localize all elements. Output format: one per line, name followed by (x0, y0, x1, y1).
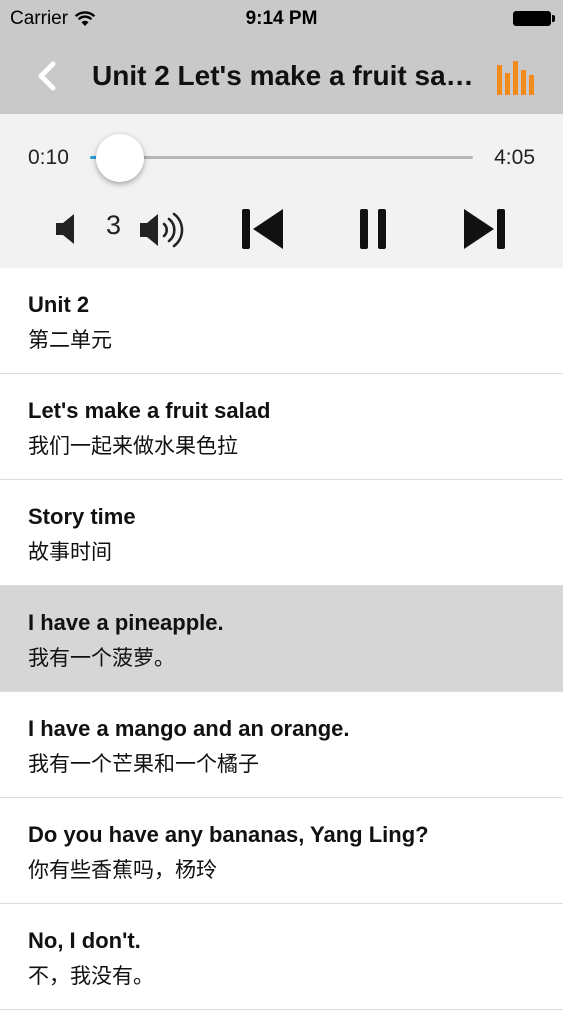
volume-level: 3 (106, 210, 122, 240)
sentence-chinese: 我有一个芒果和一个橘子 (28, 752, 259, 776)
header-area: Carrier 9:14 PM Unit 2 Let's make a frui… (0, 0, 563, 114)
list-item[interactable]: Unit 2 第二单元 (0, 268, 563, 374)
current-time: 0:10 (28, 146, 69, 169)
next-track-icon[interactable] (461, 207, 507, 251)
list-item[interactable]: Let's make a fruit salad 我们一起来做水果色拉 (0, 374, 563, 480)
progress-slider[interactable] (90, 156, 473, 159)
list-item[interactable]: Do you have any bananas, Yang Ling? 你有些香… (0, 798, 563, 904)
sentence-list: Unit 2 第二单元 Let's make a fruit salad 我们一… (0, 268, 563, 1010)
list-item[interactable]: I have a pineapple. 我有一个菠萝。 (0, 586, 563, 692)
battery-icon (513, 11, 555, 26)
equalizer-bars-icon[interactable] (496, 59, 536, 95)
audio-player: 0:10 4:05 3 (0, 114, 563, 268)
list-item[interactable]: I have a mango and an orange. 我有一个芒果和一个橘… (0, 692, 563, 798)
sentence-chinese: 不，我没有。 (28, 964, 154, 988)
progress-thumb[interactable] (96, 134, 145, 182)
sentence-chinese: 第二单元 (28, 328, 112, 352)
sentence-english: Let's make a fruit salad (28, 398, 271, 423)
sentence-chinese: 我们一起来做水果色拉 (28, 434, 238, 458)
back-button[interactable] (30, 56, 64, 96)
sentence-chinese: 你有些香蕉吗，杨玲 (28, 858, 217, 882)
navigation-bar: Unit 2 Let's make a fruit salad (0, 38, 563, 114)
status-bar: Carrier 9:14 PM (0, 0, 563, 38)
sentence-english: Unit 2 (28, 292, 90, 317)
pause-icon[interactable] (357, 207, 389, 251)
sentence-english: Story time (28, 504, 136, 529)
sentence-english: I have a mango and an orange. (28, 716, 350, 741)
sentence-english: No, I don't. (28, 928, 141, 953)
volume-down-icon[interactable] (54, 212, 82, 246)
total-time: 4:05 (494, 146, 535, 169)
sentence-english: I have a pineapple. (28, 610, 224, 635)
list-item[interactable]: Story time 故事时间 (0, 480, 563, 586)
sentence-chinese: 我有一个菠萝。 (28, 646, 175, 670)
sentence-chinese: 故事时间 (28, 540, 112, 564)
previous-track-icon[interactable] (240, 207, 286, 251)
sentence-english: Do you have any bananas, Yang Ling? (28, 822, 429, 847)
chevron-left-icon (38, 61, 56, 91)
volume-up-icon[interactable] (138, 210, 190, 250)
page-title: Unit 2 Let's make a fruit salad (92, 60, 477, 91)
clock: 9:14 PM (245, 8, 318, 29)
list-item[interactable]: No, I don't. 不，我没有。 (0, 904, 563, 1010)
